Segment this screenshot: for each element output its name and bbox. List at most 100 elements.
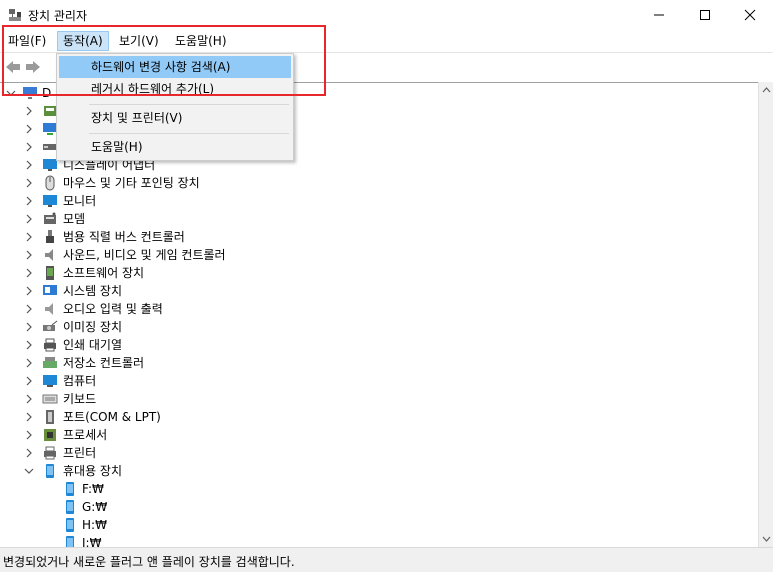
chevron-right-icon[interactable] bbox=[24, 138, 34, 156]
tree-category[interactable]: 컴퓨터 bbox=[0, 372, 758, 390]
tree-device-label: I:₩ bbox=[82, 536, 102, 548]
chevron-right-icon[interactable] bbox=[24, 300, 34, 318]
chevron-right-icon[interactable] bbox=[24, 390, 34, 408]
menu-file[interactable]: 파일(F) bbox=[3, 32, 51, 50]
modem-icon bbox=[44, 212, 56, 224]
chevron-right-icon[interactable] bbox=[24, 102, 34, 120]
forward-icon[interactable] bbox=[24, 58, 42, 76]
tree-category[interactable]: 사운드, 비디오 및 게임 컨트롤러 bbox=[0, 246, 758, 264]
keyboard-icon bbox=[42, 394, 58, 404]
processor-icon bbox=[44, 429, 56, 441]
tree-category[interactable]: 휴대용 장치 bbox=[0, 462, 758, 480]
tree-device-item[interactable]: G:₩ bbox=[0, 498, 758, 516]
tree-category[interactable]: 모니터 bbox=[0, 192, 758, 210]
chevron-right-icon[interactable] bbox=[24, 246, 34, 264]
tree-category-label: 이미징 장치 bbox=[63, 320, 123, 334]
menu-item-devices-printers[interactable]: 장치 및 프린터(V) bbox=[59, 107, 291, 129]
tree-category[interactable]: 프린터 bbox=[0, 444, 758, 462]
tree-category-label: 사운드, 비디오 및 게임 컨트롤러 bbox=[63, 248, 226, 262]
tree-category[interactable]: 시스템 장치 bbox=[0, 282, 758, 300]
tree-category[interactable]: 프로세서 bbox=[0, 426, 758, 444]
menu-item-label: 하드웨어 변경 사항 검색(A) bbox=[91, 60, 231, 74]
chevron-right-icon[interactable] bbox=[24, 408, 34, 426]
tree-category-label: 모뎀 bbox=[63, 212, 86, 226]
chevron-down-icon[interactable] bbox=[24, 462, 34, 480]
chevron-right-icon[interactable] bbox=[24, 282, 34, 300]
close-button[interactable] bbox=[727, 0, 773, 30]
back-icon[interactable] bbox=[4, 58, 22, 76]
menu-item-label: 장치 및 프린터(V) bbox=[91, 111, 183, 125]
chevron-right-icon[interactable] bbox=[24, 120, 34, 138]
menu-item-help[interactable]: 도움말(H) bbox=[59, 136, 291, 158]
maximize-icon bbox=[700, 10, 710, 20]
chevron-right-icon[interactable] bbox=[24, 336, 34, 354]
menu-item-label: 레거시 하드웨어 추가(L) bbox=[91, 82, 215, 96]
tree-category[interactable]: 마우스 및 기타 포인팅 장치 bbox=[0, 174, 758, 192]
tree-category-label: 키보드 bbox=[63, 392, 97, 406]
portable-device-icon bbox=[46, 464, 54, 478]
tree-category[interactable]: 모뎀 bbox=[0, 210, 758, 228]
chevron-down-icon[interactable] bbox=[6, 84, 16, 102]
tree-category[interactable]: 소프트웨어 장치 bbox=[0, 264, 758, 282]
maximize-button[interactable] bbox=[682, 0, 728, 30]
menu-item-label: 도움말(H) bbox=[91, 140, 143, 154]
chevron-right-icon[interactable] bbox=[24, 354, 34, 372]
scroll-down-icon[interactable] bbox=[762, 535, 771, 543]
tree-category-label: 프린터 bbox=[63, 446, 97, 460]
tree-category[interactable]: 포트(COM & LPT) bbox=[0, 408, 758, 426]
tree-device-item[interactable]: I:₩ bbox=[0, 534, 758, 548]
computer-icon bbox=[43, 375, 57, 387]
tree-category-label: 컴퓨터 bbox=[63, 374, 97, 388]
tree-device-label: F:₩ bbox=[82, 482, 104, 496]
menu-bar: 파일(F) 동작(A) 보기(V) 도움말(H) bbox=[0, 30, 773, 52]
action-dropdown-menu: 하드웨어 변경 사항 검색(A) 레거시 하드웨어 추가(L) 장치 및 프린터… bbox=[56, 53, 294, 161]
chevron-right-icon[interactable] bbox=[24, 264, 34, 282]
chevron-right-icon[interactable] bbox=[24, 228, 34, 246]
tree-category[interactable]: 범용 직렬 버스 컨트롤러 bbox=[0, 228, 758, 246]
software-device-icon bbox=[46, 266, 54, 280]
audio-icon bbox=[45, 303, 53, 315]
menu-item-add-legacy[interactable]: 레거시 하드웨어 추가(L) bbox=[59, 78, 291, 100]
menu-action[interactable]: 동작(A) bbox=[57, 31, 109, 51]
minimize-icon bbox=[654, 14, 664, 16]
menu-help[interactable]: 도움말(H) bbox=[170, 32, 232, 50]
minimize-button[interactable] bbox=[636, 0, 682, 30]
tree-device-item[interactable]: H:₩ bbox=[0, 516, 758, 534]
menu-view[interactable]: 보기(V) bbox=[114, 32, 164, 50]
port-icon bbox=[46, 410, 54, 424]
scroll-up-icon[interactable] bbox=[762, 86, 771, 94]
chevron-right-icon[interactable] bbox=[24, 426, 34, 444]
tree-category-label: 범용 직렬 버스 컨트롤러 bbox=[63, 230, 185, 244]
close-icon bbox=[744, 9, 756, 21]
tree-category-label: 마우스 및 기타 포인팅 장치 bbox=[63, 176, 200, 190]
chevron-right-icon[interactable] bbox=[24, 174, 34, 192]
tree-device-label: G:₩ bbox=[82, 500, 108, 514]
chevron-right-icon[interactable] bbox=[24, 192, 34, 210]
tree-category[interactable]: 인쇄 대기열 bbox=[0, 336, 758, 354]
tree-category-label: 오디오 입력 및 출력 bbox=[63, 302, 163, 316]
printer-icon bbox=[44, 446, 56, 460]
monitor-icon bbox=[43, 195, 57, 207]
chevron-right-icon[interactable] bbox=[24, 210, 34, 228]
chevron-right-icon[interactable] bbox=[24, 318, 34, 336]
tree-category[interactable]: 키보드 bbox=[0, 390, 758, 408]
tree-device-item[interactable]: F:₩ bbox=[0, 480, 758, 498]
chevron-right-icon[interactable] bbox=[24, 372, 34, 390]
portable-device-icon bbox=[66, 482, 74, 496]
tree-category-label: 시스템 장치 bbox=[63, 284, 123, 298]
tree-category-label: 소프트웨어 장치 bbox=[63, 266, 145, 280]
tree-category-label: 모니터 bbox=[63, 194, 97, 208]
tree-device-label: H:₩ bbox=[82, 518, 107, 532]
chevron-right-icon[interactable] bbox=[24, 444, 34, 462]
portable-device-icon bbox=[66, 518, 74, 532]
menu-item-scan-hardware[interactable]: 하드웨어 변경 사항 검색(A) bbox=[59, 56, 291, 78]
vertical-scrollbar[interactable] bbox=[758, 82, 773, 547]
storage-controller-icon bbox=[43, 357, 57, 368]
system-device-icon bbox=[43, 285, 57, 295]
tree-category[interactable]: 저장소 컨트롤러 bbox=[0, 354, 758, 372]
menu-separator bbox=[89, 133, 289, 134]
tree-category[interactable]: 오디오 입력 및 출력 bbox=[0, 300, 758, 318]
tree-category[interactable]: 이미징 장치 bbox=[0, 318, 758, 336]
chevron-right-icon[interactable] bbox=[24, 156, 34, 174]
tree-category-label: 포트(COM & LPT) bbox=[63, 410, 161, 424]
